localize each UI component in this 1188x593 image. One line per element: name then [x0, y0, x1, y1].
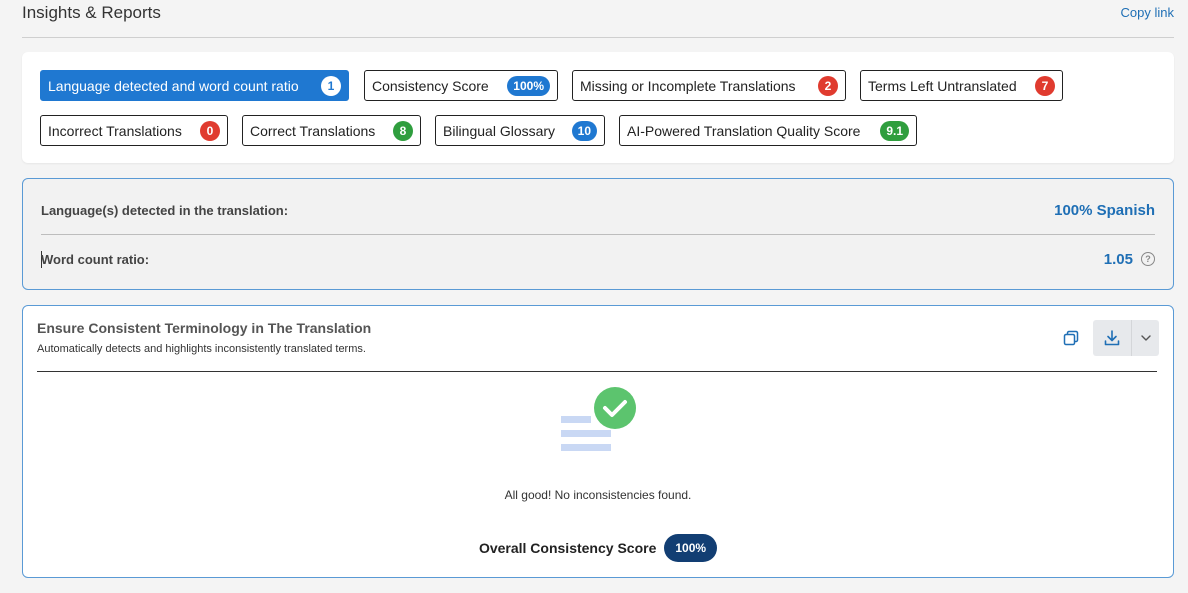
download-icon — [1104, 330, 1120, 346]
page-title: Insights & Reports — [22, 3, 161, 22]
overall-score-label: Overall Consistency Score — [478, 540, 657, 556]
languages-detected-value: 100% Spanish — [1054, 202, 1155, 219]
tab-badge: 7 — [1035, 75, 1055, 96]
tab-label: Missing or Incomplete Translations — [580, 77, 796, 94]
help-icon[interactable]: ? — [1141, 252, 1155, 266]
tab-badge: 9.1 — [880, 120, 909, 141]
tab-label: AI-Powered Translation Quality Score — [627, 122, 861, 139]
tab-terms-untranslated[interactable]: Terms Left Untranslated 7 — [860, 70, 1063, 101]
section-divider — [37, 371, 1157, 372]
check-circle-icon — [559, 386, 639, 460]
overall-score-badge: 100% — [664, 534, 718, 562]
tab-missing-translations[interactable]: Missing or Incomplete Translations 2 — [572, 70, 846, 101]
tab-language-detected[interactable]: Language detected and word count ratio 1 — [40, 70, 349, 101]
consistent-terminology-panel: Ensure Consistent Terminology in The Tra… — [22, 305, 1174, 578]
tab-badge: 1 — [321, 75, 341, 96]
empty-state-message: All good! No inconsistencies found. — [504, 488, 692, 502]
tab-badge: 0 — [200, 120, 220, 141]
languages-detected-label: Language(s) detected in the translation: — [41, 203, 289, 218]
tab-bilingual-glossary[interactable]: Bilingual Glossary 10 — [435, 115, 605, 146]
download-options-dropdown[interactable] — [1131, 320, 1159, 356]
panel-divider — [41, 234, 1155, 235]
page-header: Insights & Reports Copy link — [22, 0, 1174, 38]
tab-label: Language detected and word count ratio — [48, 77, 299, 94]
tab-label: Terms Left Untranslated — [868, 77, 1017, 94]
language-detection-panel: Language(s) detected in the translation:… — [22, 178, 1174, 290]
tab-consistency-score[interactable]: Consistency Score 100% — [364, 70, 558, 101]
copy-icon[interactable] — [1063, 330, 1079, 346]
download-button-group — [1093, 320, 1159, 356]
section-subtitle: Automatically detects and highlights inc… — [37, 343, 366, 355]
tab-badge: 2 — [818, 75, 838, 96]
tab-label: Incorrect Translations — [48, 122, 182, 139]
tab-correct-translations[interactable]: Correct Translations 8 — [242, 115, 421, 146]
tab-badge: 8 — [393, 120, 413, 141]
tab-ai-quality-score[interactable]: AI-Powered Translation Quality Score 9.1 — [619, 115, 917, 146]
tab-label: Consistency Score — [372, 77, 489, 94]
download-button[interactable] — [1093, 320, 1131, 356]
word-count-ratio-label: Word count ratio: — [41, 252, 150, 267]
tab-badge: 10 — [571, 120, 597, 141]
report-tabs-card: Language detected and word count ratio 1… — [22, 52, 1174, 163]
word-count-ratio-value: 1.05 — [1103, 251, 1133, 268]
tab-incorrect-translations[interactable]: Incorrect Translations 0 — [40, 115, 228, 146]
overall-score-row: Overall Consistency Score 100% — [23, 534, 1173, 562]
tab-label: Correct Translations — [250, 122, 376, 139]
copy-link[interactable]: Copy link — [1121, 5, 1174, 20]
tab-badge: 100% — [507, 75, 550, 96]
chevron-down-icon — [1140, 335, 1151, 341]
tab-label: Bilingual Glossary — [443, 122, 556, 139]
section-title: Ensure Consistent Terminology in The Tra… — [37, 320, 372, 336]
